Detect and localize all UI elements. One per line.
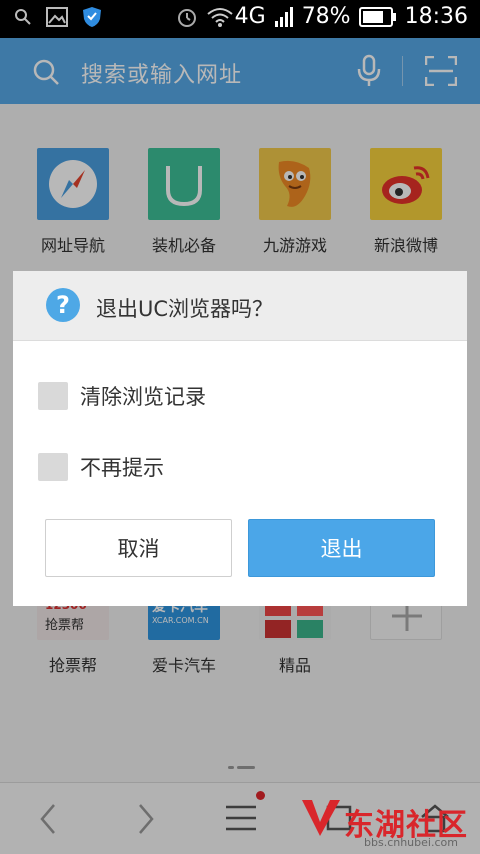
exit-button[interactable]: 退出 xyxy=(248,519,435,577)
cancel-button[interactable]: 取消 xyxy=(45,519,232,577)
dialog-title: 退出UC浏览器吗？ xyxy=(96,297,274,321)
battery-percent: 78% xyxy=(301,4,351,29)
watermark: 东湖社区 bbs.cnhubei.com xyxy=(296,796,480,854)
exit-dialog: ? 退出UC浏览器吗？ 清除浏览记录 不再提示 取消 退出 xyxy=(13,271,467,606)
watermark-url: bbs.cnhubei.com xyxy=(364,836,458,849)
dont-remind-checkbox[interactable] xyxy=(38,453,68,481)
network-type: 4G xyxy=(234,4,266,29)
clear-history-option[interactable]: 清除浏览记录 xyxy=(38,381,206,411)
clear-history-checkbox[interactable] xyxy=(38,382,68,410)
dialog-header: ? 退出UC浏览器吗？ xyxy=(13,271,467,341)
clear-history-label: 清除浏览记录 xyxy=(80,385,206,409)
watermark-logo-icon xyxy=(302,800,340,836)
dont-remind-option[interactable]: 不再提示 xyxy=(38,452,164,482)
alarm-icon xyxy=(175,5,199,29)
wifi-icon xyxy=(207,6,233,28)
shield-icon xyxy=(82,6,102,28)
question-icon: ? xyxy=(46,288,80,322)
status-bar: 4G 78% 18:36 xyxy=(0,0,480,38)
dont-remind-label: 不再提示 xyxy=(80,456,164,480)
signal-icon xyxy=(274,6,294,28)
clock: 18:36 xyxy=(404,4,468,29)
search-status-icon xyxy=(14,8,32,26)
battery-icon xyxy=(358,6,397,28)
image-status-icon xyxy=(46,7,68,27)
